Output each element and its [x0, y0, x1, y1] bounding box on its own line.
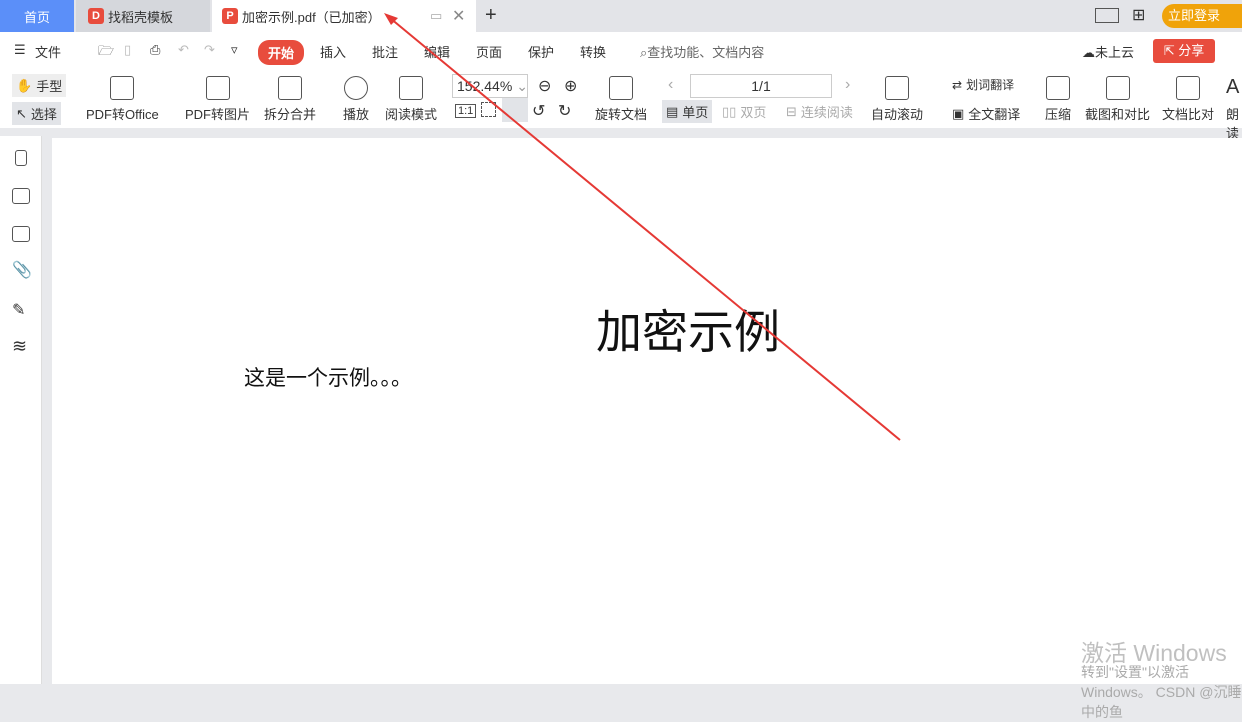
arrow-line [389, 17, 901, 441]
annotation-arrow [384, 13, 901, 441]
